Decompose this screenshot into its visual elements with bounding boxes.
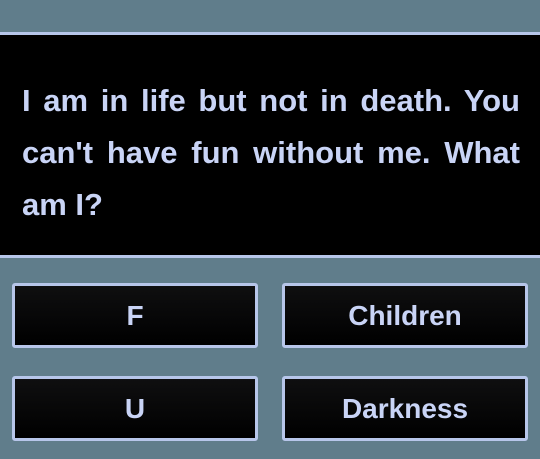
answer-label-darkness: Darkness (341, 392, 469, 424)
answer-label-children: Children (348, 299, 462, 331)
answer-label-u: U (124, 392, 146, 424)
answer-label-f: F (126, 299, 144, 331)
answer-button-u[interactable]: U (12, 376, 258, 441)
question-panel: I am in life but not in death. You can't… (0, 32, 540, 258)
answer-button-children[interactable]: Children (282, 283, 528, 348)
answer-button-darkness[interactable]: Darkness (282, 376, 528, 441)
answer-button-f[interactable]: F (12, 283, 258, 348)
question-text: I am in life but not in death. You can't… (22, 83, 520, 222)
